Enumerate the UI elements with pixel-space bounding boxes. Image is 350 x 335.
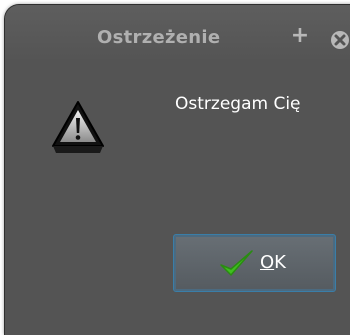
- ok-label-rest: K: [274, 252, 286, 273]
- ok-mnemonic: O: [260, 252, 275, 273]
- ok-button-label: OK: [260, 252, 286, 273]
- ok-button[interactable]: OK: [173, 234, 336, 292]
- title-bar[interactable]: Ostrzeżenie +: [5, 5, 350, 63]
- maximize-button[interactable]: +: [290, 23, 310, 49]
- close-button[interactable]: [331, 31, 349, 49]
- window-title: Ostrzeżenie: [97, 27, 221, 48]
- close-icon: [334, 34, 346, 46]
- dialog-message: Ostrzegam Cię: [175, 94, 301, 114]
- checkmark-icon: [220, 250, 253, 276]
- warning-triangle-icon: [52, 101, 104, 153]
- warning-dialog: Ostrzeżenie + Ostrzegam Cię OK: [5, 5, 350, 335]
